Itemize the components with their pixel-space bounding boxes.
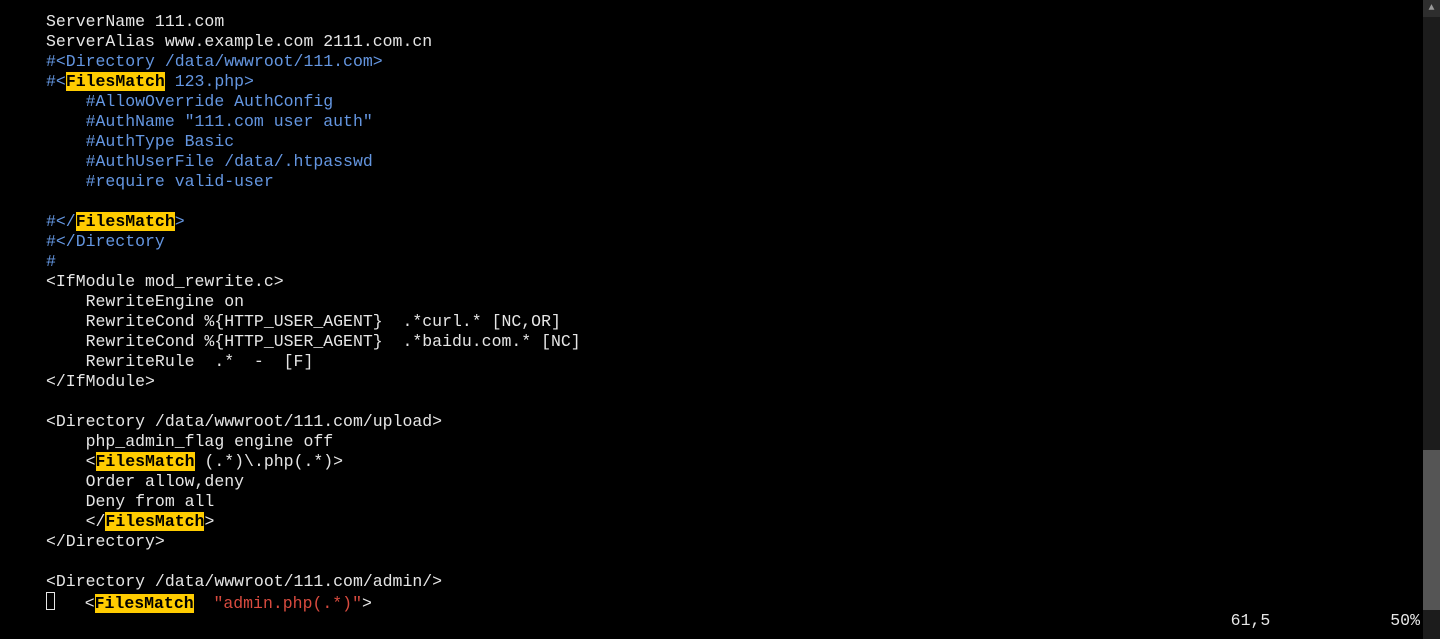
code-segment: >	[204, 512, 214, 531]
scrollbar-up-arrow[interactable]: ▲	[1423, 0, 1440, 17]
code-line[interactable]: #AuthName "111.com user auth"	[46, 112, 1420, 132]
code-segment: ServerName 111.com	[46, 12, 224, 31]
code-segment: <IfModule mod_rewrite.c>	[46, 272, 284, 291]
code-line[interactable]: #AllowOverride AuthConfig	[46, 92, 1420, 112]
code-segment: (.*)\.php(.*)>	[195, 452, 344, 471]
code-line[interactable]: #require valid-user	[46, 172, 1420, 192]
code-segment: RewriteCond %{HTTP_USER_AGENT} .*curl.* …	[46, 312, 561, 331]
code-line[interactable]	[46, 192, 1420, 212]
code-line[interactable]: php_admin_flag engine off	[46, 432, 1420, 452]
code-segment: <Directory /data/wwwroot/111.com/admin/>	[46, 572, 442, 591]
code-segment: >	[175, 212, 185, 231]
code-line[interactable]: <IfModule mod_rewrite.c>	[46, 272, 1420, 292]
code-segment: #require valid-user	[46, 172, 274, 191]
code-segment: RewriteEngine on	[46, 292, 244, 311]
code-segment: #AuthType Basic	[46, 132, 234, 151]
code-segment: </IfModule>	[46, 372, 155, 391]
search-highlight: FilesMatch	[66, 72, 165, 91]
code-segment: php_admin_flag engine off	[46, 432, 333, 451]
code-line[interactable]: RewriteCond %{HTTP_USER_AGENT} .*curl.* …	[46, 312, 1420, 332]
code-line[interactable]: RewriteEngine on	[46, 292, 1420, 312]
code-segment: Deny from all	[46, 492, 214, 511]
cursor-position: 61,5	[1231, 611, 1271, 631]
code-line[interactable]: #</Directory	[46, 232, 1420, 252]
code-segment: RewriteCond %{HTTP_USER_AGENT} .*baidu.c…	[46, 332, 581, 351]
terminal-viewport: ServerName 111.comServerAlias www.exampl…	[0, 0, 1440, 639]
code-segment: #<	[46, 72, 66, 91]
vertical-scrollbar[interactable]: ▲	[1423, 0, 1440, 639]
code-segment	[46, 192, 56, 211]
search-highlight: FilesMatch	[105, 512, 204, 531]
code-segment: </	[46, 512, 105, 531]
code-line[interactable]: ServerName 111.com	[46, 12, 1420, 32]
code-line[interactable]: <Directory /data/wwwroot/111.com/upload>	[46, 412, 1420, 432]
code-line[interactable]: RewriteRule .* - [F]	[46, 352, 1420, 372]
code-line[interactable]: RewriteCond %{HTTP_USER_AGENT} .*baidu.c…	[46, 332, 1420, 352]
code-segment: ServerAlias www.example.com 2111.com.cn	[46, 32, 432, 51]
code-segment: #AuthName "111.com user auth"	[46, 112, 373, 131]
vim-status-line: 61,5 50%	[46, 611, 1420, 631]
code-line[interactable]: #<FilesMatch 123.php>	[46, 72, 1420, 92]
code-line[interactable]: Order allow,deny	[46, 472, 1420, 492]
code-segment: </Directory>	[46, 532, 165, 551]
code-line[interactable]: </Directory>	[46, 532, 1420, 552]
code-line[interactable]	[46, 552, 1420, 572]
code-segment: Order allow,deny	[46, 472, 244, 491]
code-segment: <	[46, 452, 96, 471]
code-line[interactable]: </FilesMatch>	[46, 512, 1420, 532]
code-line[interactable]: #	[46, 252, 1420, 272]
code-segment: #AuthUserFile /data/.htpasswd	[46, 152, 373, 171]
scrollbar-thumb[interactable]	[1423, 450, 1440, 610]
code-line[interactable]	[46, 392, 1420, 412]
code-segment: 123.php>	[165, 72, 254, 91]
code-segment: #</Directory	[46, 232, 165, 251]
code-segment: RewriteRule .* - [F]	[46, 352, 313, 371]
code-line[interactable]: #<Directory /data/wwwroot/111.com>	[46, 52, 1420, 72]
code-segment: #</	[46, 212, 76, 231]
code-segment: #<Directory /data/wwwroot/111.com>	[46, 52, 383, 71]
code-segment	[46, 392, 56, 411]
code-segment: #AllowOverride AuthConfig	[46, 92, 333, 111]
code-line[interactable]: </IfModule>	[46, 372, 1420, 392]
code-segment: <Directory /data/wwwroot/111.com/upload>	[46, 412, 442, 431]
code-segment	[46, 552, 56, 571]
code-line[interactable]: #AuthType Basic	[46, 132, 1420, 152]
code-line[interactable]: #AuthUserFile /data/.htpasswd	[46, 152, 1420, 172]
code-line[interactable]: <Directory /data/wwwroot/111.com/admin/>	[46, 572, 1420, 592]
scroll-percentage: 50%	[1390, 611, 1420, 631]
code-line[interactable]: #</FilesMatch>	[46, 212, 1420, 232]
code-line[interactable]: Deny from all	[46, 492, 1420, 512]
search-highlight: FilesMatch	[76, 212, 175, 231]
code-line[interactable]: ServerAlias www.example.com 2111.com.cn	[46, 32, 1420, 52]
text-cursor	[46, 592, 55, 610]
code-line[interactable]: <FilesMatch (.*)\.php(.*)>	[46, 452, 1420, 472]
code-segment: #	[46, 252, 56, 271]
search-highlight: FilesMatch	[96, 452, 195, 471]
editor-area[interactable]: ServerName 111.comServerAlias www.exampl…	[0, 0, 1420, 639]
